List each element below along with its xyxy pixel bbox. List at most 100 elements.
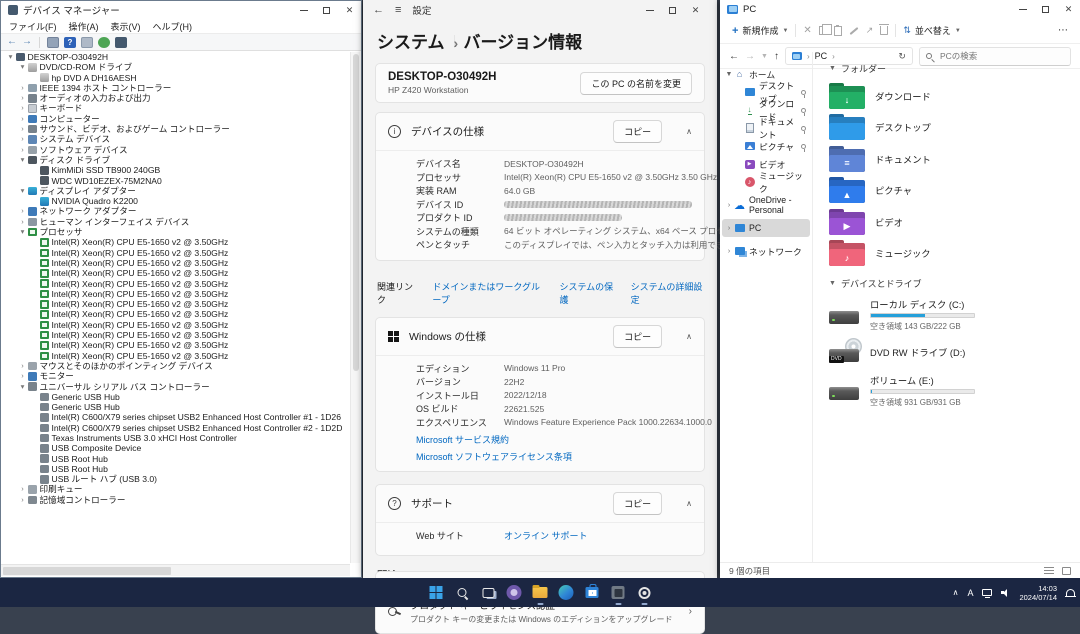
sidebar-item-document[interactable]: ドキュメント — [722, 119, 810, 137]
copy-button[interactable]: コピー — [613, 492, 662, 515]
menu-file[interactable]: ファイル(F) — [9, 20, 57, 33]
device-tree-item[interactable]: Intel(R) Xeon(R) CPU E5-1650 v2 @ 3.50GH… — [1, 279, 350, 289]
advanced-system-settings-link[interactable]: システムの詳細設定 — [631, 280, 703, 306]
taskbar-search-icon[interactable] — [450, 580, 475, 605]
maximize-button[interactable] — [1034, 0, 1057, 18]
help-icon[interactable]: ? — [64, 37, 76, 48]
settings-titlebar[interactable]: ← ≡ 設定 ✕ — [363, 0, 717, 20]
device-tree-item[interactable]: USB Composite Device — [1, 443, 350, 453]
clock[interactable]: 14:03 2024/07/14 — [1019, 584, 1057, 602]
collapse-chevron-icon[interactable]: ∧ — [686, 332, 692, 341]
expand-arrow-icon[interactable]: › — [18, 361, 27, 371]
device-tree-item[interactable]: ›マウスとそのほかのポインティング デバイス — [1, 361, 350, 371]
vertical-scrollbar-thumb[interactable] — [353, 54, 359, 371]
large-icons-view-icon[interactable] — [1062, 567, 1071, 575]
expand-arrow-icon[interactable]: › — [18, 145, 27, 155]
close-button[interactable]: ✕ — [684, 0, 707, 20]
sort-button[interactable]: ⇅ 並べ替え ▼ — [903, 24, 961, 37]
new-button[interactable]: + 新規作成 ▼ — [732, 24, 788, 37]
device-tree-item[interactable]: hp DVD A DH16AESH — [1, 73, 350, 83]
device-tree-item[interactable]: Intel(R) Xeon(R) CPU E5-1650 v2 @ 3.50GH… — [1, 248, 350, 258]
ms-services-agreement-link[interactable]: Microsoft サービス規約 — [416, 433, 692, 446]
device-tree-item[interactable]: Intel(R) Xeon(R) CPU E5-1650 v2 @ 3.50GH… — [1, 289, 350, 299]
device-tree-item[interactable]: ›オーディオの入力および出力 — [1, 93, 350, 103]
device-tree-item[interactable]: Intel(R) Xeon(R) CPU E5-1650 v2 @ 3.50GH… — [1, 299, 350, 309]
copy-button[interactable]: コピー — [613, 325, 662, 348]
menu-action[interactable]: 操作(A) — [69, 20, 99, 33]
folder-item[interactable]: デスクトップ — [829, 112, 1080, 144]
device-tree-item[interactable]: Intel(R) Xeon(R) CPU E5-1650 v2 @ 3.50GH… — [1, 351, 350, 361]
chevron-right-icon[interactable]: › — [724, 225, 734, 232]
folder-item[interactable]: ♪ミュージック — [829, 238, 1080, 270]
computer-icon[interactable] — [115, 37, 127, 48]
minimize-button[interactable] — [292, 1, 315, 19]
collapse-arrow-icon[interactable]: ▾ — [18, 62, 27, 72]
back-icon[interactable]: ← — [373, 4, 384, 16]
minimize-button[interactable] — [638, 0, 661, 20]
ime-mode-indicator[interactable]: A — [967, 588, 973, 598]
rename-icon[interactable] — [849, 27, 858, 35]
hamburger-menu-icon[interactable]: ≡ — [395, 4, 401, 16]
breadcrumb-parent[interactable]: システム — [377, 28, 445, 53]
sidebar-item-network[interactable]: ›ネットワーク — [722, 242, 810, 260]
forward-icon[interactable]: → — [22, 37, 32, 47]
maximize-button[interactable] — [661, 0, 684, 20]
device-tree-item[interactable]: USB Root Hub — [1, 454, 350, 464]
device-tree-item[interactable]: KimMiDi SSD TB900 240GB — [1, 165, 350, 175]
device-tree-item[interactable]: ›ソフトウェア デバイス — [1, 145, 350, 155]
collapse-arrow-icon[interactable]: ▾ — [18, 382, 27, 392]
taskbar-task-view-icon[interactable] — [476, 580, 501, 605]
device-tree-item[interactable]: ▾ディスク ドライブ — [1, 155, 350, 165]
folder-item[interactable]: ≡ドキュメント — [829, 143, 1080, 175]
back-icon[interactable]: ← — [7, 37, 17, 47]
device-tree-item[interactable]: USB Root Hub — [1, 464, 350, 474]
device-tree-item[interactable]: ▾ユニバーサル シリアル バス コントローラー — [1, 382, 350, 392]
collapse-chevron-icon[interactable]: ∧ — [686, 499, 692, 508]
device-tree-item[interactable]: ›システム デバイス — [1, 134, 350, 144]
minimize-button[interactable] — [1011, 0, 1034, 18]
device-tree-item[interactable]: Intel(R) Xeon(R) CPU E5-1650 v2 @ 3.50GH… — [1, 237, 350, 247]
expand-arrow-icon[interactable]: › — [18, 217, 27, 227]
device-tree-item[interactable]: Generic USB Hub — [1, 392, 350, 402]
device-tree-item[interactable]: ›サウンド、ビデオ、およびゲーム コントローラー — [1, 124, 350, 134]
taskbar-edge-icon[interactable] — [554, 580, 579, 605]
ms-software-license-link[interactable]: Microsoft ソフトウェアライセンス条項 — [416, 450, 692, 463]
folders-section-header[interactable]: ▼ フォルダー — [829, 62, 1080, 75]
copy-icon[interactable] — [819, 26, 827, 35]
console-tree-icon[interactable] — [47, 37, 59, 48]
device-tree-item[interactable]: ▾DVD/CD-ROM ドライブ — [1, 62, 350, 72]
device-tree-item[interactable]: ›ネットワーク アダプター — [1, 206, 350, 216]
device-tree-item[interactable]: ›印刷キュー — [1, 484, 350, 494]
collapse-arrow-icon[interactable]: ▾ — [18, 155, 27, 165]
system-protection-link[interactable]: システムの保護 — [559, 280, 615, 306]
share-icon[interactable]: ↗ — [866, 25, 874, 36]
device-tree-item[interactable]: ▾DESKTOP-O30492H — [1, 52, 350, 62]
collapse-arrow-icon[interactable]: ▾ — [18, 186, 27, 196]
device-tree-item[interactable]: USB ルート ハブ (USB 3.0) — [1, 474, 350, 484]
menu-help[interactable]: ヘルプ(H) — [153, 20, 193, 33]
device-manager-titlebar[interactable]: デバイス マネージャー ✕ — [1, 1, 361, 19]
sidebar-item-pc[interactable]: ›PC — [722, 219, 810, 237]
menu-view[interactable]: 表示(V) — [111, 20, 141, 33]
hidden-icons-chevron-icon[interactable]: ∧ — [953, 588, 959, 597]
expand-arrow-icon[interactable]: › — [18, 134, 27, 144]
expand-arrow-icon[interactable]: › — [18, 93, 27, 103]
device-tree-item[interactable]: ›IEEE 1394 ホスト コントローラー — [1, 83, 350, 93]
device-tree-item[interactable]: Intel(R) Xeon(R) CPU E5-1650 v2 @ 3.50GH… — [1, 258, 350, 268]
network-icon[interactable] — [982, 589, 992, 596]
expand-arrow-icon[interactable]: › — [18, 371, 27, 381]
domain-workgroup-link[interactable]: ドメインまたはワークグループ — [432, 280, 544, 306]
device-tree-item[interactable]: ›コンピューター — [1, 114, 350, 124]
horizontal-scrollbar-thumb[interactable] — [3, 567, 171, 575]
device-tree-item[interactable]: Intel(R) Xeon(R) CPU E5-1650 v2 @ 3.50GH… — [1, 268, 350, 278]
volume-icon[interactable] — [1001, 589, 1010, 597]
expand-arrow-icon[interactable]: › — [18, 103, 27, 113]
taskbar-device-manager-icon[interactable] — [606, 580, 631, 605]
notifications-bell-icon[interactable] — [1066, 589, 1075, 597]
device-tree-item[interactable]: ›ヒューマン インターフェイス デバイス — [1, 217, 350, 227]
expand-arrow-icon[interactable]: › — [18, 495, 27, 505]
sidebar-item-music[interactable]: ♪ミュージック — [722, 173, 810, 191]
more-options-icon[interactable]: ⋯ — [1058, 25, 1068, 36]
device-tree-item[interactable]: ›モニター — [1, 371, 350, 381]
folder-item[interactable]: ▲ピクチャ — [829, 175, 1080, 207]
